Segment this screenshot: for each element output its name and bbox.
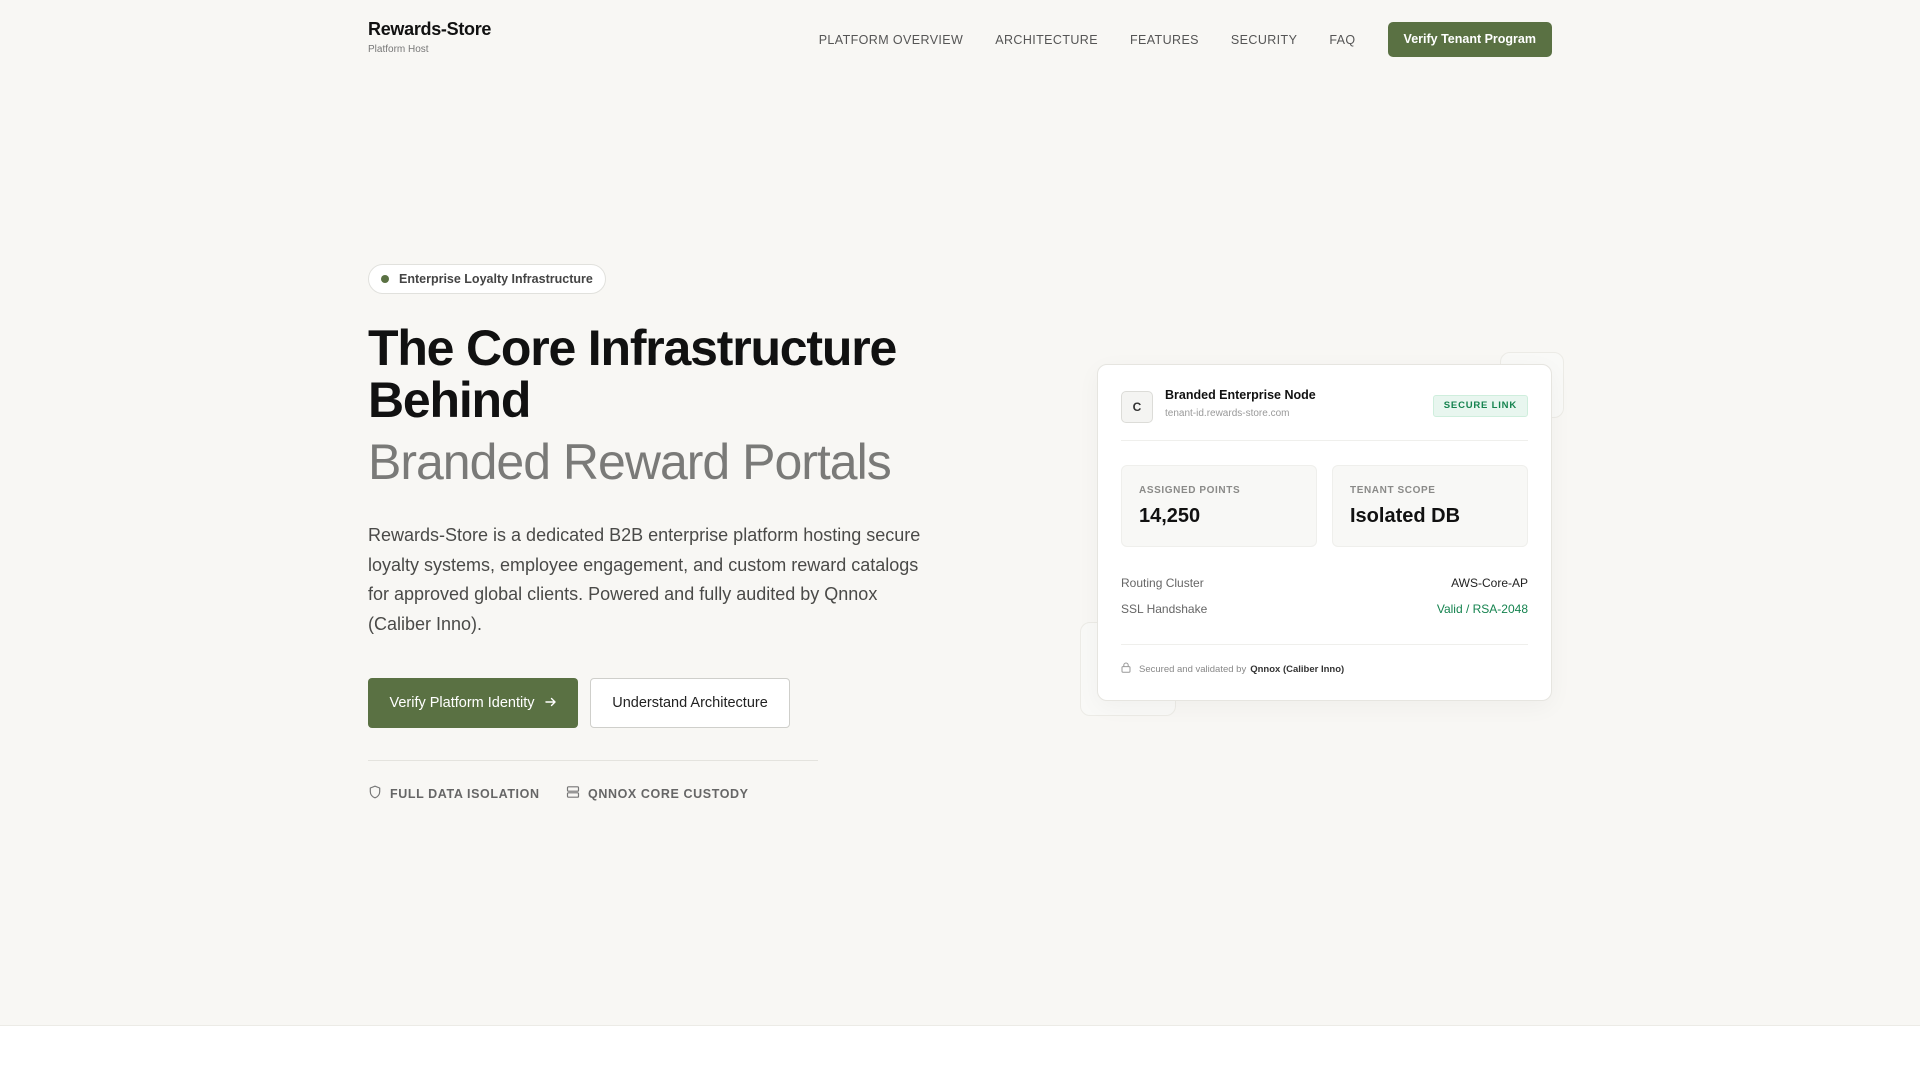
nav-faq[interactable]: FAQ bbox=[1329, 33, 1355, 47]
card-footer: Secured and validated by Qnnox (Caliber … bbox=[1121, 662, 1344, 676]
nav-features[interactable]: FEATURES bbox=[1130, 33, 1199, 47]
stat-assigned-points: ASSIGNED POINTS 14,250 bbox=[1121, 465, 1317, 547]
hero-background bbox=[0, 0, 1920, 1026]
stat-value: Isolated DB bbox=[1350, 505, 1461, 527]
trust-item-core-custody: QNNOX CORE CUSTODY bbox=[566, 785, 749, 802]
verify-platform-identity-button[interactable]: Verify Platform Identity bbox=[368, 678, 578, 728]
brand-name: Rewards-Store bbox=[368, 19, 492, 39]
status-dot-icon bbox=[381, 275, 389, 283]
lock-icon bbox=[1121, 662, 1139, 676]
node-avatar: C bbox=[1121, 391, 1153, 423]
nav-architecture[interactable]: ARCHITECTURE bbox=[995, 33, 1098, 47]
row-value: Valid / RSA-2048 bbox=[1436, 602, 1528, 616]
trust-item-data-isolation: FULL DATA ISOLATION bbox=[368, 785, 540, 802]
trust-label: QNNOX CORE CUSTODY bbox=[588, 786, 749, 801]
secure-link-badge: SECURE LINK bbox=[1432, 395, 1528, 417]
hero-subtitle: Branded Reward Portals bbox=[368, 434, 892, 490]
row-key: Routing Cluster bbox=[1121, 576, 1204, 590]
node-title: Branded Enterprise Node bbox=[1165, 388, 1316, 402]
verify-platform-identity-label: Verify Platform Identity bbox=[389, 695, 535, 711]
hero-description: Rewards-Store is a dedicated B2B enterpr… bbox=[368, 525, 921, 634]
hero-badge-label: Enterprise Loyalty Infrastructure bbox=[399, 272, 593, 286]
stat-label: TENANT SCOPE bbox=[1350, 485, 1436, 496]
stat-tenant-scope: TENANT SCOPE Isolated DB bbox=[1332, 465, 1528, 547]
row-key: SSL Handshake bbox=[1121, 602, 1208, 616]
brand-logo[interactable]: Rewards-Store Platform Host bbox=[368, 19, 491, 55]
verify-tenant-program-button[interactable]: Verify Tenant Program bbox=[1387, 22, 1552, 57]
understand-architecture-button[interactable]: Understand Architecture bbox=[590, 678, 790, 728]
nav-menu: PLATFORM OVERVIEW ARCHITECTURE FEATURES … bbox=[819, 22, 1552, 57]
arrow-right-icon bbox=[544, 695, 557, 711]
hero-badge: Enterprise Loyalty Infrastructure bbox=[368, 264, 606, 294]
row-value: AWS-Core-AP bbox=[1451, 576, 1528, 590]
card-divider bbox=[1121, 440, 1528, 441]
enterprise-node-card: C Branded Enterprise Node tenant-id.rewa… bbox=[1097, 364, 1552, 701]
shield-icon bbox=[368, 785, 390, 802]
brand-subtitle: Platform Host bbox=[368, 44, 429, 55]
hero-divider bbox=[368, 760, 818, 761]
top-navigation: Rewards-Store Platform Host PLATFORM OVE… bbox=[368, 0, 1552, 80]
hero-title: The Core Infrastructure Behind bbox=[368, 320, 897, 428]
node-host: tenant-id.rewards-store.com bbox=[1165, 408, 1290, 419]
footer-org: Qnnox (Caliber Inno) bbox=[1250, 663, 1345, 675]
trust-label: FULL DATA ISOLATION bbox=[390, 786, 540, 801]
nav-platform-overview[interactable]: PLATFORM OVERVIEW bbox=[819, 33, 964, 47]
footer-prefix: Secured and validated by bbox=[1139, 663, 1247, 675]
stat-label: ASSIGNED POINTS bbox=[1139, 485, 1241, 496]
server-icon bbox=[566, 785, 588, 802]
nav-security[interactable]: SECURITY bbox=[1231, 33, 1297, 47]
card-divider bbox=[1121, 644, 1528, 645]
stat-value: 14,250 bbox=[1139, 505, 1201, 527]
